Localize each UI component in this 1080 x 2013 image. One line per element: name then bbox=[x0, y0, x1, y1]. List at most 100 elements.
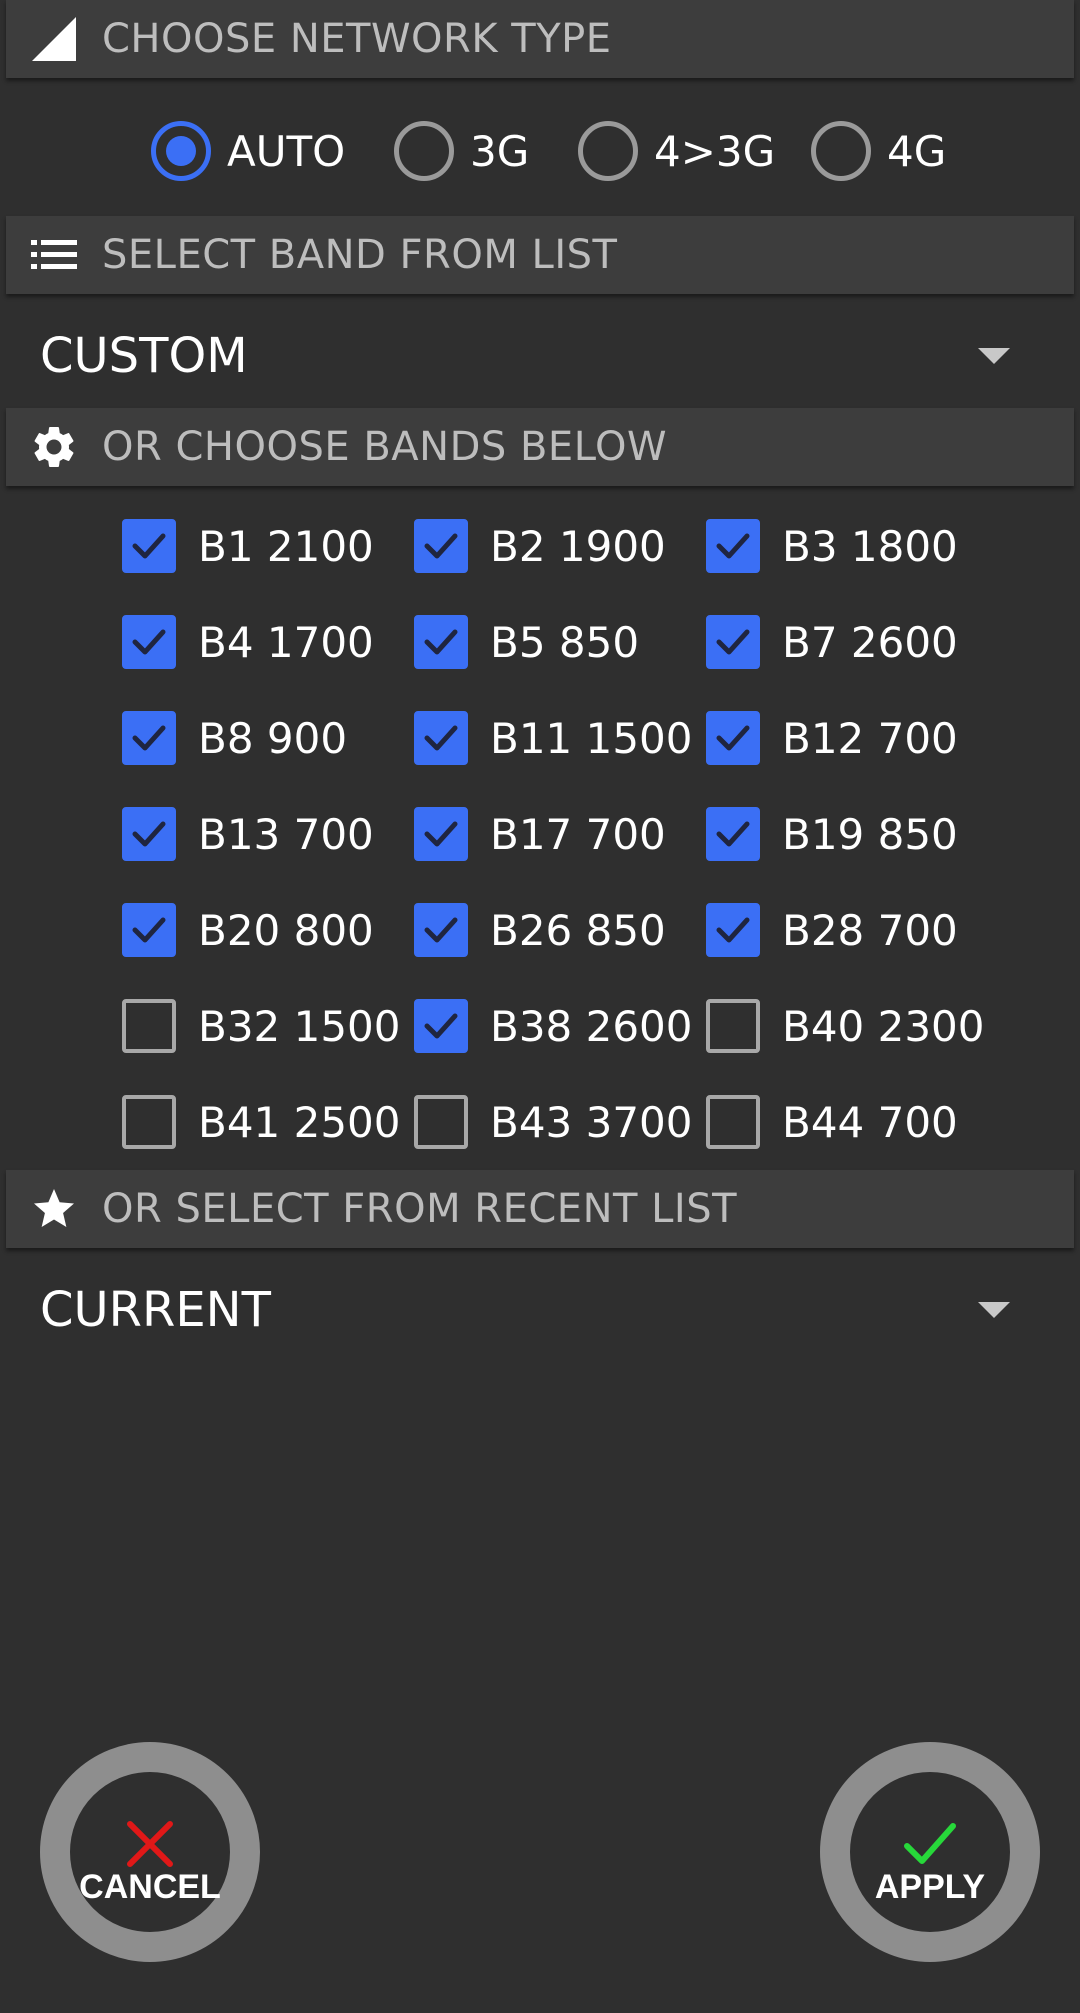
chevron-down-icon bbox=[978, 348, 1010, 364]
band-label: B40 2300 bbox=[782, 1001, 985, 1051]
band-checkbox-b32[interactable]: B32 1500 bbox=[122, 991, 401, 1061]
band-label: B28 700 bbox=[782, 905, 958, 955]
band-checkbox-b7[interactable]: B7 2600 bbox=[706, 607, 958, 677]
checkbox-box[interactable] bbox=[706, 711, 760, 765]
checkbox-box[interactable] bbox=[706, 999, 760, 1053]
band-label: B43 3700 bbox=[490, 1097, 693, 1147]
checkbox-box[interactable] bbox=[414, 903, 468, 957]
checkbox-box[interactable] bbox=[414, 711, 468, 765]
checkbox-box[interactable] bbox=[414, 615, 468, 669]
radio-4g[interactable]: 4G bbox=[811, 112, 946, 190]
recent-list-header-title: OR SELECT FROM RECENT LIST bbox=[102, 1186, 738, 1232]
apply-button-label: APPLY bbox=[874, 1868, 986, 1906]
band-label: B11 1500 bbox=[490, 713, 693, 763]
radio-3g[interactable]: 3G bbox=[394, 112, 529, 190]
checkbox-box[interactable] bbox=[122, 615, 176, 669]
network-type-header: CHOOSE NETWORK TYPE bbox=[6, 0, 1074, 78]
checkmark-icon bbox=[716, 533, 750, 559]
bands-header: OR CHOOSE BANDS BELOW bbox=[6, 408, 1074, 486]
radio-4g-label: 4G bbox=[887, 126, 947, 176]
band-checkbox-b12[interactable]: B12 700 bbox=[706, 703, 958, 773]
checkmark-icon bbox=[716, 725, 750, 751]
band-checkbox-b28[interactable]: B28 700 bbox=[706, 895, 958, 965]
band-label: B32 1500 bbox=[198, 1001, 401, 1051]
band-label: B17 700 bbox=[490, 809, 666, 859]
band-checkbox-b20[interactable]: B20 800 bbox=[122, 895, 374, 965]
checkbox-box[interactable] bbox=[706, 903, 760, 957]
checkbox-box[interactable] bbox=[122, 903, 176, 957]
checkmark-icon bbox=[132, 821, 166, 847]
checkmark-icon bbox=[132, 725, 166, 751]
band-label: B44 700 bbox=[782, 1097, 958, 1147]
network-type-header-title: CHOOSE NETWORK TYPE bbox=[102, 16, 612, 62]
band-checkbox-b8[interactable]: B8 900 bbox=[122, 703, 347, 773]
checkmark-icon bbox=[424, 821, 458, 847]
band-checkbox-b26[interactable]: B26 850 bbox=[414, 895, 666, 965]
gear-icon bbox=[28, 421, 80, 473]
radio-3g-label: 3G bbox=[470, 126, 530, 176]
checkbox-box[interactable] bbox=[414, 519, 468, 573]
checkbox-box[interactable] bbox=[414, 999, 468, 1053]
band-checkbox-b44[interactable]: B44 700 bbox=[706, 1087, 958, 1157]
band-list-selected-value: CUSTOM bbox=[40, 328, 248, 384]
checkbox-box[interactable] bbox=[122, 519, 176, 573]
band-label: B38 2600 bbox=[490, 1001, 693, 1051]
band-label: B13 700 bbox=[198, 809, 374, 859]
checkmark-icon bbox=[716, 821, 750, 847]
radio-auto-circle[interactable] bbox=[151, 121, 211, 181]
band-label: B5 850 bbox=[490, 617, 640, 667]
apply-button[interactable]: APPLY bbox=[820, 1742, 1040, 1962]
band-label: B20 800 bbox=[198, 905, 374, 955]
network-type-radio-group: AUTO 3G 4>3G 4G bbox=[0, 112, 1080, 190]
band-label: B12 700 bbox=[782, 713, 958, 763]
radio-auto[interactable]: AUTO bbox=[151, 112, 345, 190]
band-checkbox-b13[interactable]: B13 700 bbox=[122, 799, 374, 869]
checkmark-icon bbox=[424, 629, 458, 655]
band-label: B7 2600 bbox=[782, 617, 958, 667]
checkmark-icon bbox=[132, 917, 166, 943]
band-label: B1 2100 bbox=[198, 521, 374, 571]
band-checkbox-b41[interactable]: B41 2500 bbox=[122, 1087, 401, 1157]
recent-list-dropdown[interactable]: CURRENT bbox=[0, 1260, 1080, 1360]
checkmark-icon bbox=[424, 1013, 458, 1039]
checkmark-icon bbox=[132, 533, 166, 559]
checkbox-box[interactable] bbox=[706, 807, 760, 861]
checkbox-box[interactable] bbox=[706, 1095, 760, 1149]
checkbox-box[interactable] bbox=[122, 807, 176, 861]
cancel-button[interactable]: CANCEL bbox=[40, 1742, 260, 1962]
checkmark-icon bbox=[424, 725, 458, 751]
signal-icon bbox=[28, 13, 80, 65]
band-checkbox-b17[interactable]: B17 700 bbox=[414, 799, 666, 869]
band-label: B41 2500 bbox=[198, 1097, 401, 1147]
checkbox-box[interactable] bbox=[706, 519, 760, 573]
band-list-header-title: SELECT BAND FROM LIST bbox=[102, 232, 618, 278]
band-label: B4 1700 bbox=[198, 617, 374, 667]
recent-list-selected-value: CURRENT bbox=[40, 1282, 271, 1338]
close-icon bbox=[122, 1816, 178, 1872]
checkbox-box[interactable] bbox=[414, 807, 468, 861]
checkbox-box[interactable] bbox=[122, 1095, 176, 1149]
band-checkbox-b19[interactable]: B19 850 bbox=[706, 799, 958, 869]
chevron-down-icon bbox=[978, 1302, 1010, 1318]
checkbox-box[interactable] bbox=[122, 711, 176, 765]
checkbox-box[interactable] bbox=[414, 1095, 468, 1149]
band-checkbox-b1[interactable]: B1 2100 bbox=[122, 511, 374, 581]
checkbox-box[interactable] bbox=[706, 615, 760, 669]
bands-header-title: OR CHOOSE BANDS BELOW bbox=[102, 424, 668, 470]
band-checkbox-b2[interactable]: B2 1900 bbox=[414, 511, 666, 581]
band-checkbox-b43[interactable]: B43 3700 bbox=[414, 1087, 693, 1157]
band-checkbox-b3[interactable]: B3 1800 bbox=[706, 511, 958, 581]
band-checkbox-b40[interactable]: B40 2300 bbox=[706, 991, 985, 1061]
band-list-dropdown[interactable]: CUSTOM bbox=[0, 306, 1080, 406]
band-checkbox-b5[interactable]: B5 850 bbox=[414, 607, 639, 677]
radio-4-3g[interactable]: 4>3G bbox=[578, 112, 775, 190]
band-label: B19 850 bbox=[782, 809, 958, 859]
cancel-button-label: CANCEL bbox=[79, 1868, 221, 1906]
band-checkbox-b4[interactable]: B4 1700 bbox=[122, 607, 374, 677]
radio-3g-circle[interactable] bbox=[394, 121, 454, 181]
band-checkbox-b38[interactable]: B38 2600 bbox=[414, 991, 693, 1061]
band-checkbox-b11[interactable]: B11 1500 bbox=[414, 703, 693, 773]
radio-4g-circle[interactable] bbox=[811, 121, 871, 181]
radio-4-3g-circle[interactable] bbox=[578, 121, 638, 181]
checkbox-box[interactable] bbox=[122, 999, 176, 1053]
